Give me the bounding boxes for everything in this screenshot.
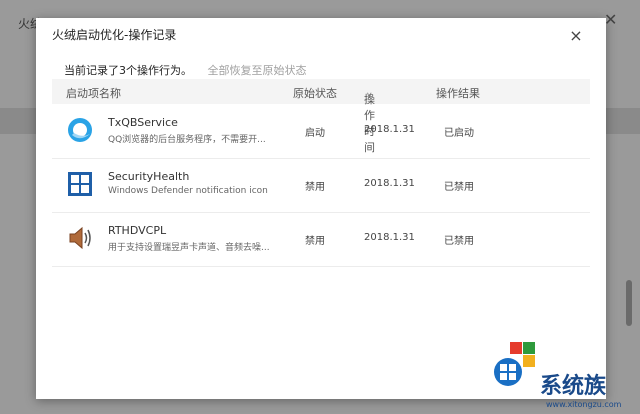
original-state: 禁用	[305, 182, 325, 193]
table-row: TxQBService QQ浏览器的后台服务程序，不需要开... 启动 2018…	[52, 104, 590, 159]
operation-result: 已启动	[444, 128, 474, 139]
table-row: SecurityHealth Windows Defender notifica…	[52, 158, 590, 213]
startup-item-description: 用于支持设置瑞昱声卡声道、音频去噪...	[108, 243, 270, 253]
dialog-title: 火绒启动优化-操作记录	[52, 28, 177, 42]
watermark: 系统族 www.xitongzu.com	[488, 340, 638, 412]
watermark-brand: 系统族	[540, 374, 607, 399]
speaker-icon	[69, 226, 91, 250]
table-header: 启动项名称 原始状态 操作时间 ∨ 操作结果	[52, 79, 590, 154]
startup-item-description: QQ浏览器的后台服务程序，不需要开...	[108, 135, 266, 145]
watermark-url: www.xitongzu.com	[546, 400, 622, 409]
summary-bar: 当前记录了3个操作行为。 全部恢复至原始状态	[64, 62, 307, 78]
operation-time: 2018.1.31	[364, 124, 415, 135]
startup-item-name: RTHDVCPL	[108, 224, 167, 237]
record-count-text: 当前记录了3个操作行为。	[64, 64, 192, 77]
startup-item-description: Windows Defender notification icon	[108, 186, 268, 196]
startup-item-name: TxQBService	[108, 116, 178, 129]
windows-defender-icon	[68, 172, 92, 196]
original-state: 禁用	[305, 236, 325, 247]
column-header-original-state: 原始状态	[293, 87, 337, 100]
operation-time: 2018.1.31	[364, 232, 415, 243]
operation-time: 2018.1.31	[364, 178, 415, 189]
sort-chevron-down-icon: ∨	[366, 91, 373, 101]
original-state: 启动	[305, 128, 325, 139]
operation-result: 已禁用	[444, 236, 474, 247]
background-scrollbar	[626, 280, 632, 326]
startup-item-name: SecurityHealth	[108, 170, 190, 183]
restore-all-link[interactable]: 全部恢复至原始状态	[208, 64, 307, 77]
operation-result: 已禁用	[444, 182, 474, 193]
windows-logo-icon	[494, 342, 535, 386]
close-icon[interactable]: ×	[566, 26, 586, 46]
column-header-name: 启动项名称	[66, 87, 121, 100]
background-close-icon: ✕	[604, 10, 618, 29]
qq-browser-icon	[68, 118, 92, 142]
table-row: RTHDVCPL 用于支持设置瑞昱声卡声道、音频去噪... 禁用 2018.1.…	[52, 212, 590, 267]
column-header-result: 操作结果	[436, 87, 480, 100]
